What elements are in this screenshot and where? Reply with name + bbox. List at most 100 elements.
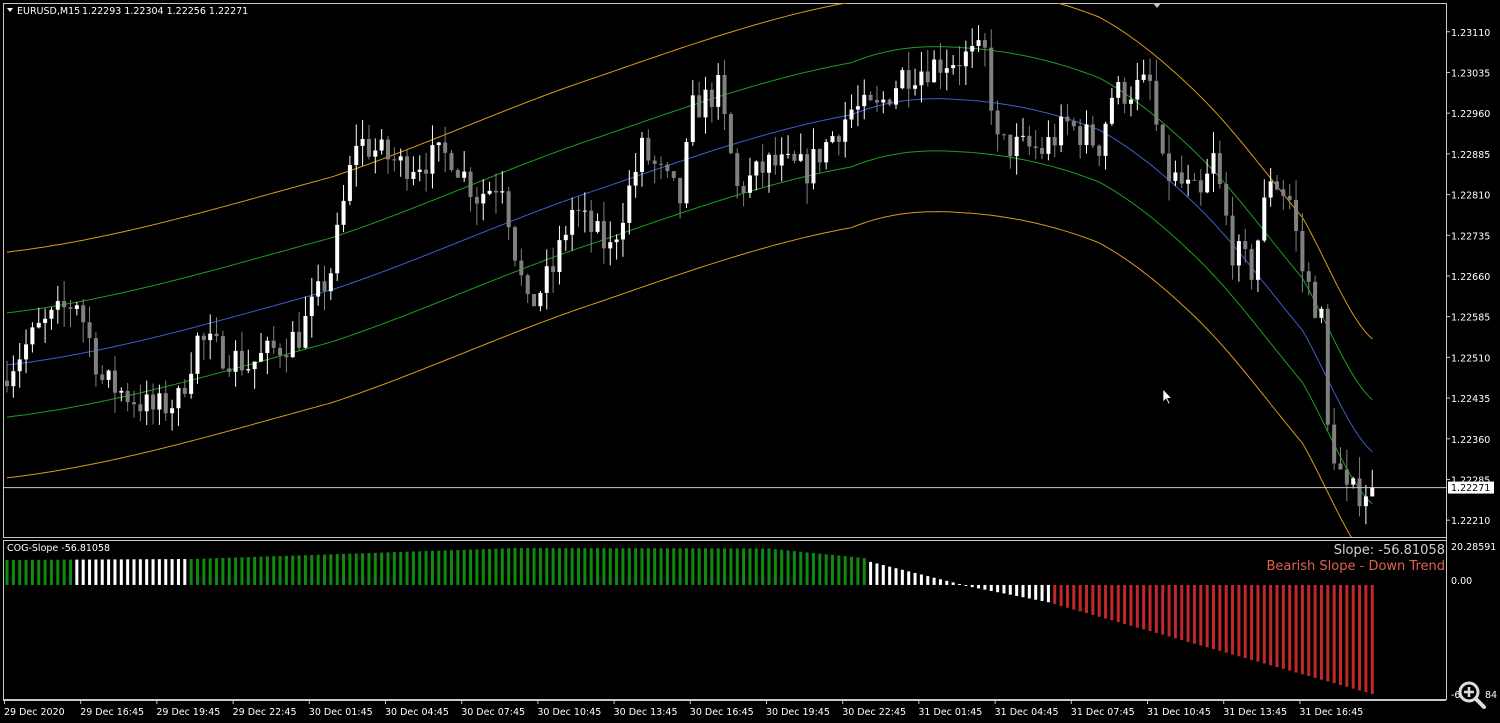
candle — [487, 181, 492, 196]
histogram-bar — [729, 548, 733, 585]
histogram-bar — [323, 554, 326, 585]
histogram-bar — [335, 554, 339, 585]
lower-inner-band — [6, 150, 1373, 505]
histogram-bar — [88, 559, 92, 585]
histogram-bar — [983, 584, 987, 590]
histogram-bar — [646, 548, 650, 585]
candle — [551, 247, 556, 293]
histogram-bar — [799, 551, 803, 585]
candle — [341, 184, 346, 233]
histogram-bar — [907, 571, 911, 585]
candle — [430, 125, 435, 189]
trading-chart[interactable]: 1.23110 1.23035 1.22960 1.22885 1.22810 1.227… — [0, 0, 1500, 723]
time-tick-label: 30 Dec 19:45 — [766, 707, 830, 718]
candle — [373, 138, 378, 174]
candle — [1224, 171, 1229, 226]
candle — [284, 338, 289, 373]
histogram-bar — [684, 548, 688, 585]
histogram-bar — [589, 548, 593, 585]
histogram-bar — [373, 552, 377, 585]
histogram-bar — [691, 548, 695, 585]
indicator-axis-max: 20.28591 — [1451, 542, 1496, 553]
candle — [932, 50, 937, 83]
histogram-bar — [494, 548, 498, 585]
candle — [125, 382, 130, 412]
current-price-label: 1.22271 — [1448, 481, 1494, 494]
histogram-bar — [310, 554, 314, 585]
candle — [93, 332, 98, 387]
histogram-bar — [945, 580, 949, 585]
histogram-bar — [1358, 584, 1362, 691]
histogram-bar — [723, 548, 727, 585]
candle — [1344, 449, 1349, 502]
candle — [1084, 110, 1089, 154]
histogram-bar — [1319, 584, 1323, 680]
histogram-bar — [1059, 584, 1063, 606]
candle — [665, 162, 670, 178]
candle — [1255, 239, 1260, 293]
candle — [887, 98, 892, 107]
candle — [1287, 184, 1292, 210]
candle — [798, 133, 803, 163]
time-tick-label: 31 Dec 07:45 — [1071, 707, 1135, 718]
candle — [1128, 86, 1133, 117]
candle — [271, 326, 276, 354]
candle — [303, 296, 308, 349]
chart-shift-marker-icon[interactable] — [1153, 3, 1161, 8]
candle — [690, 80, 695, 146]
candle — [1236, 234, 1241, 282]
price-axis[interactable]: 1.23110 1.23035 1.22960 1.22885 1.22810 1.227… — [1446, 28, 1490, 527]
current-price-text: 1.22271 — [1451, 483, 1490, 494]
time-axis[interactable]: 29 Dec 2020 29 Dec 16:45 29 Dec 19:45 29 De… — [4, 700, 1363, 718]
histogram-bar — [208, 558, 212, 585]
candle — [728, 111, 733, 155]
zoom-magnifier-icon[interactable] — [1458, 681, 1488, 711]
histogram-bar — [342, 553, 346, 585]
candle — [646, 129, 651, 165]
candle — [1319, 306, 1324, 324]
candle — [1211, 131, 1216, 193]
histogram-bar — [297, 555, 301, 585]
histogram-bar — [138, 559, 142, 585]
histogram-bar — [240, 557, 244, 585]
histogram-bar — [1097, 584, 1101, 617]
histogram-bar — [850, 556, 854, 585]
candle — [424, 152, 429, 192]
price-tick-label: 1.22660 — [1451, 272, 1490, 283]
histogram-bar — [1205, 584, 1209, 648]
candle — [386, 135, 390, 174]
candle — [1179, 155, 1184, 188]
candle — [913, 68, 918, 96]
histogram-bar — [1288, 584, 1292, 671]
histogram-bar — [1192, 584, 1196, 644]
candle — [5, 360, 9, 393]
candle — [1351, 476, 1356, 489]
candle — [906, 51, 911, 108]
time-tick-label: 31 Dec 10:45 — [1147, 707, 1211, 718]
candle — [297, 311, 302, 351]
histogram-bar — [316, 554, 320, 585]
histogram-bar — [43, 559, 47, 585]
candle — [328, 268, 333, 301]
histogram-bar — [926, 576, 930, 585]
histogram-bar — [551, 548, 555, 585]
candle — [106, 369, 111, 388]
histogram-bar — [170, 559, 174, 585]
candle — [43, 308, 48, 343]
histogram-bar — [151, 559, 155, 585]
histogram-bar — [1072, 584, 1076, 610]
dropdown-triangle-icon[interactable] — [7, 8, 13, 12]
histogram-bar — [767, 548, 771, 585]
histogram-bar — [1148, 584, 1152, 632]
histogram-bar — [1040, 584, 1044, 601]
candle — [1008, 134, 1013, 169]
histogram-bar — [519, 548, 523, 585]
histogram-bar — [856, 557, 860, 585]
histogram-bar — [608, 548, 612, 585]
histogram-bar — [1034, 584, 1038, 600]
candle — [462, 151, 467, 182]
candle — [811, 128, 816, 190]
histogram-bar — [380, 552, 384, 585]
candle — [62, 281, 67, 327]
histogram-bar — [507, 548, 511, 585]
